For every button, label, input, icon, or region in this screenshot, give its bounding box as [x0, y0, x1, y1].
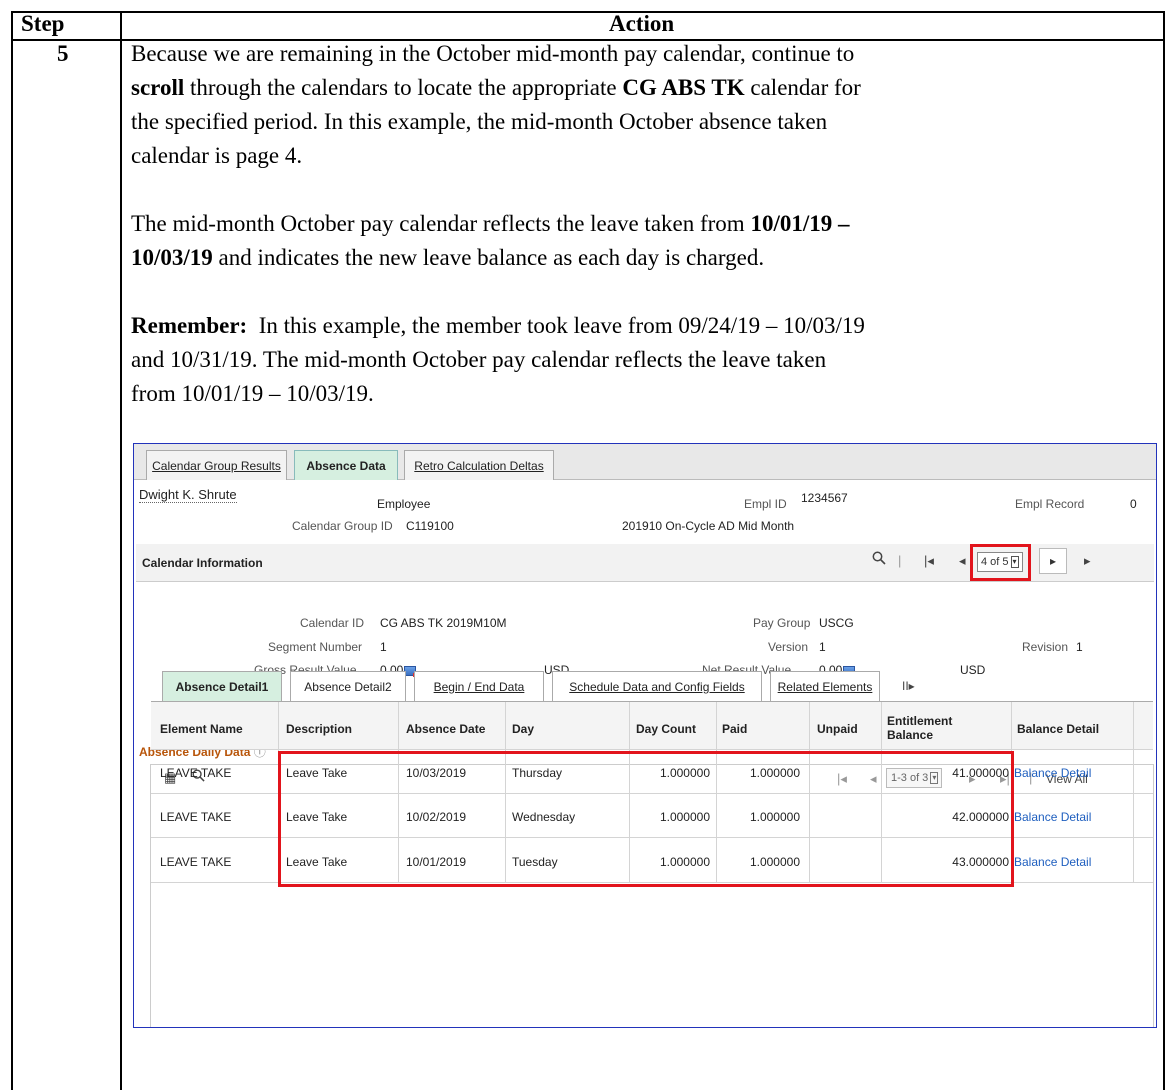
rows-highlight-box — [278, 751, 1014, 887]
segment-number-label: Segment Number — [268, 640, 363, 654]
col-element-name: Element Name — [160, 722, 243, 736]
para1-line1: Because we are remaining in the October … — [131, 41, 855, 66]
col-description: Description — [286, 722, 353, 736]
revision-value: 1 — [1076, 640, 1083, 654]
pay-group-value: USCG — [819, 616, 854, 630]
para2-line2: 10/03/19 and indicates the new leave bal… — [131, 245, 765, 270]
row2-balance-detail-link[interactable]: Balance Detail — [1014, 810, 1091, 824]
screenshot-panel: Calendar Group Results Absence Data Retr… — [133, 443, 1157, 1028]
para1-line3: the specified period. In this example, t… — [131, 109, 828, 134]
para3-line3: from 10/01/19 – 10/03/19. — [131, 381, 374, 406]
header-action: Action — [609, 11, 675, 36]
calendar-id-label: Calendar ID — [300, 616, 365, 630]
row2-element-name: LEAVE TAKE — [160, 810, 232, 824]
row1-element-name: LEAVE TAKE — [160, 766, 232, 780]
para3-line2: and 10/31/19. The mid-month October pay … — [131, 347, 827, 372]
employee-label: Employee — [377, 497, 431, 511]
version-label: Version — [768, 640, 809, 654]
pay-group-label: Pay Group — [753, 616, 811, 630]
row3-balance-detail-link[interactable]: Balance Detail — [1014, 855, 1091, 869]
tab-absence-data[interactable]: Absence Data — [294, 450, 398, 480]
table-column-rule — [120, 11, 122, 1090]
cal-group-id-value: C119100 — [406, 519, 454, 533]
table-top-rule — [11, 11, 1165, 13]
more-tabs-icon[interactable]: II▸ — [902, 679, 915, 693]
col-day: Day — [512, 722, 535, 736]
para3-line1: Remember: In this example, the member to… — [131, 313, 865, 338]
revision-label: Revision — [1022, 640, 1069, 654]
row1-balance-detail-link[interactable]: Balance Detail — [1014, 766, 1091, 780]
col-entitlement-balance: Entitlement Balance — [887, 714, 953, 742]
tab-retro-calculation-deltas[interactable]: Retro Calculation Deltas — [404, 450, 554, 480]
tab-begin-end-data[interactable]: Begin / End Data — [414, 671, 544, 701]
para1-line4: calendar is page 4. — [131, 143, 303, 168]
col-paid: Paid — [722, 722, 748, 736]
calendar-id-value: CG ABS TK 2019M10M — [380, 616, 507, 630]
row3-element-name: LEAVE TAKE — [160, 855, 232, 869]
grid-col-line — [1133, 702, 1134, 882]
grid-row-line — [151, 749, 1153, 750]
col-absence-date: Absence Date — [406, 722, 486, 736]
segment-number-value: 1 — [380, 640, 387, 654]
version-value: 1 — [819, 640, 826, 654]
net-result-currency: USD — [960, 663, 986, 677]
table-right-rule — [1163, 11, 1165, 1090]
header-step: Step — [21, 11, 65, 36]
empl-id-label: Empl ID — [744, 497, 787, 511]
step-number: 5 — [57, 41, 69, 66]
first-page-icon[interactable]: |◂ — [924, 553, 934, 569]
top-tab-bar — [134, 444, 1156, 480]
col-day-count: Day Count — [636, 722, 696, 736]
empl-id-value: 1234567 — [801, 491, 848, 505]
last-page-icon[interactable]: ▸ — [1084, 553, 1091, 569]
cal-group-description: 201910 On-Cycle AD Mid Month — [622, 519, 795, 533]
calendar-info-title: Calendar Information — [142, 556, 263, 570]
previous-icon[interactable]: ◂ — [959, 553, 966, 569]
empl-record-label: Empl Record — [1015, 497, 1085, 511]
pager-highlight-box — [970, 544, 1031, 581]
separator-icon: | — [898, 553, 902, 568]
para2-line1: The mid-month October pay calendar refle… — [131, 211, 850, 236]
cal-group-id-label: Calendar Group ID — [292, 519, 393, 533]
empl-record-value: 0 — [1130, 497, 1137, 511]
employee-name[interactable]: Dwight K. Shrute — [139, 487, 237, 503]
para1-line2: scroll through the calendars to locate t… — [131, 75, 861, 100]
tab-absence-detail2[interactable]: Absence Detail2 — [290, 671, 406, 701]
table-left-rule — [11, 11, 13, 1090]
tab-related-elements[interactable]: Related Elements — [770, 671, 880, 701]
search-icon[interactable] — [872, 551, 886, 568]
tab-absence-detail1[interactable]: Absence Detail1 — [162, 671, 282, 701]
col-unpaid: Unpaid — [817, 722, 858, 736]
next-button[interactable]: ▸ — [1039, 548, 1067, 574]
tab-schedule-data-config-fields[interactable]: Schedule Data and Config Fields — [552, 671, 762, 701]
tab-calendar-group-results[interactable]: Calendar Group Results — [146, 450, 287, 480]
col-balance-detail: Balance Detail — [1017, 722, 1100, 736]
